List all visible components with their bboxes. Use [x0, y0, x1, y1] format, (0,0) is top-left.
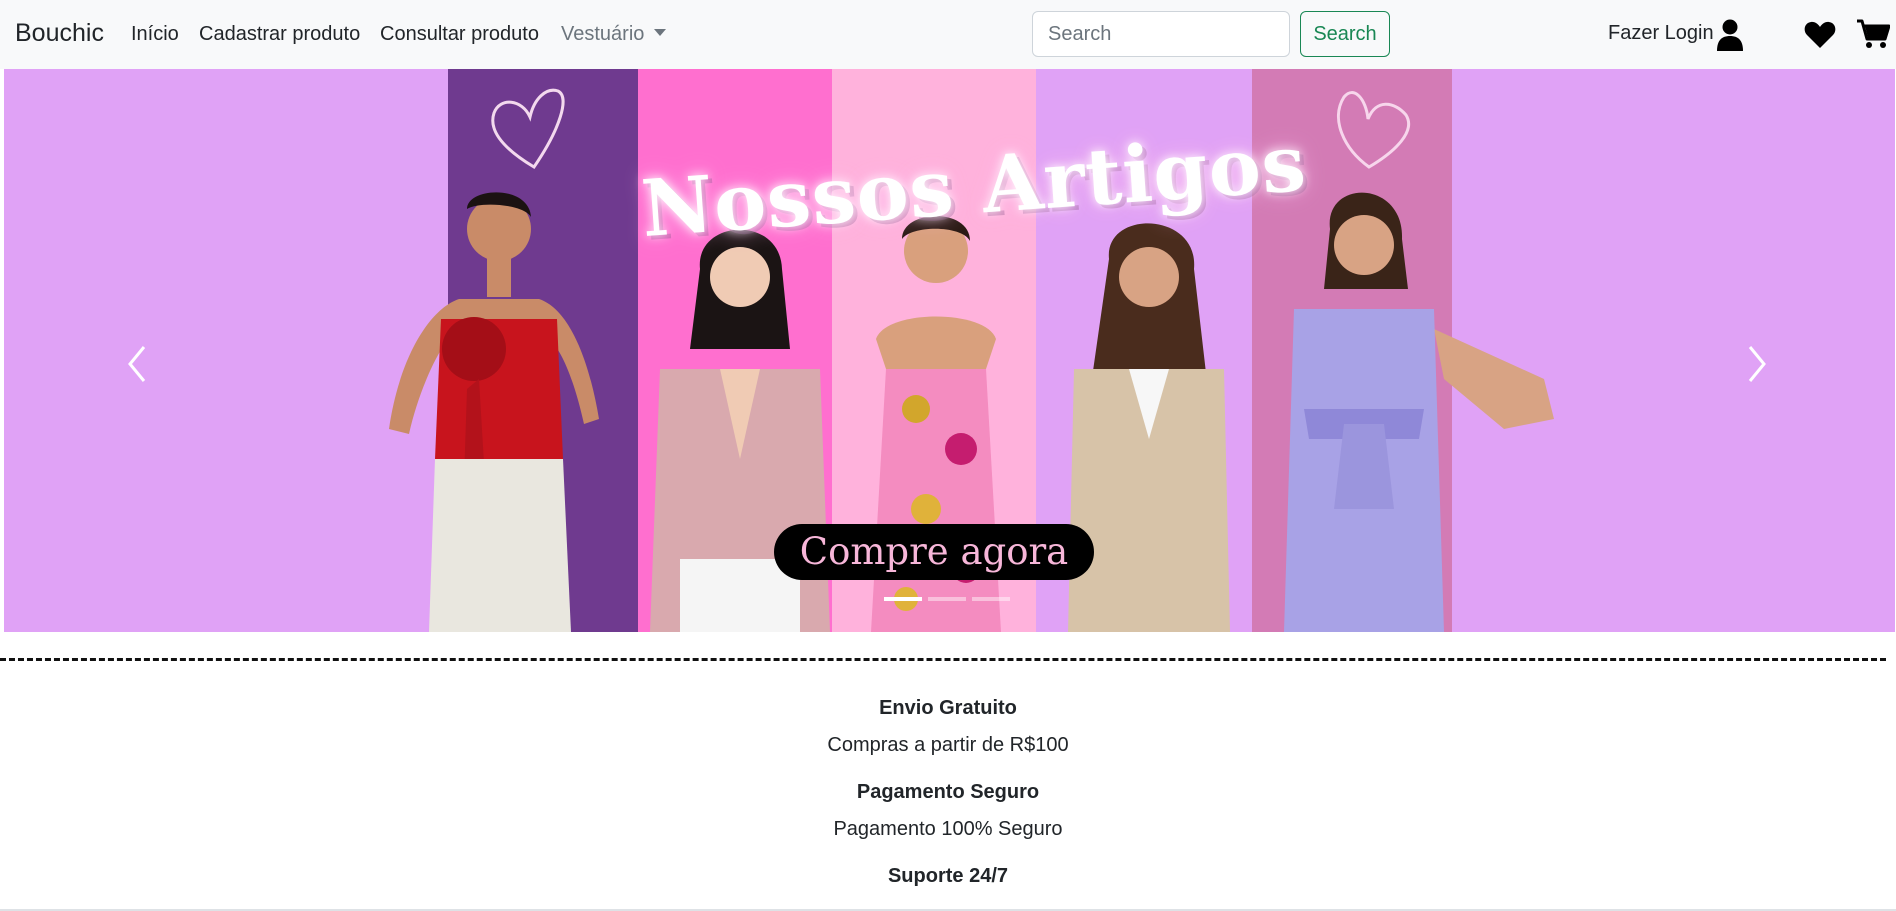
model-figure-red-top — [389, 192, 599, 632]
search-button[interactable]: Search — [1300, 11, 1390, 57]
chevron-left-icon[interactable] — [108, 329, 168, 399]
navbar: Bouchic Início Cadastrar produto Consult… — [0, 0, 1896, 69]
nav-dropdown-label: Vestuário — [561, 23, 645, 45]
heart-outline-decoration — [491, 88, 565, 170]
feature-title-support: Suporte 24/7 — [887, 865, 1009, 887]
nav-link-consultar-produto[interactable]: Consultar produto — [380, 23, 539, 46]
carousel-indicator[interactable] — [972, 597, 1010, 601]
caret-down-icon — [654, 29, 667, 36]
nav-link-cadastrar-produto[interactable]: Cadastrar produto — [199, 23, 360, 46]
cart-icon[interactable] — [1856, 17, 1890, 51]
section-divider — [0, 658, 1886, 661]
feature-text-payment: Pagamento 100% Seguro — [833, 818, 1063, 840]
nav-link-inicio[interactable]: Início — [131, 23, 179, 46]
chevron-right-icon[interactable] — [1726, 329, 1786, 399]
shop-now-button[interactable]: Compre agora — [774, 524, 1094, 580]
carousel-indicator[interactable] — [928, 597, 966, 601]
login-link[interactable]: Fazer Login — [1608, 22, 1714, 45]
feature-text-shipping: Compras a partir de R$100 — [827, 734, 1069, 756]
brand-logo[interactable]: Bouchic — [15, 19, 104, 48]
carousel-indicator[interactable] — [884, 597, 922, 601]
feature-title-payment: Pagamento Seguro — [856, 781, 1040, 803]
search-input[interactable] — [1032, 11, 1290, 57]
feature-title-shipping: Envio Gratuito — [879, 697, 1017, 719]
nav-dropdown-vestuario[interactable]: Vestuário — [561, 23, 667, 46]
user-icon[interactable] — [1716, 19, 1744, 51]
heart-icon[interactable] — [1804, 20, 1836, 49]
hero-carousel: Nossos Artigos Compre agora — [4, 69, 1895, 632]
model-figure-lavender-dress — [1284, 192, 1554, 632]
